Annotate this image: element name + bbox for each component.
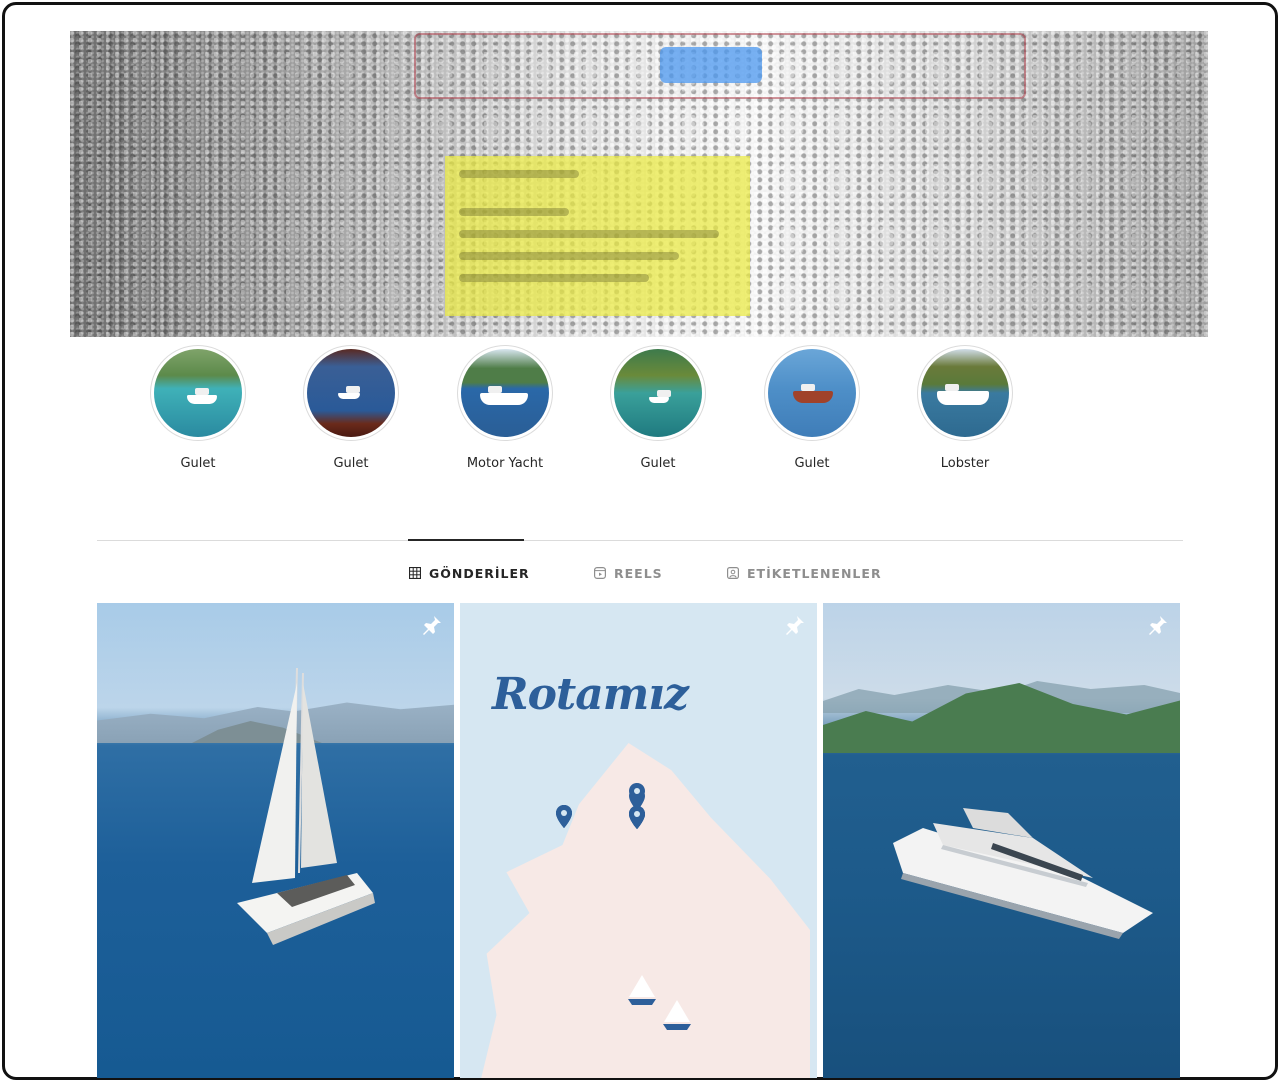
tab-tagged[interactable]: ETİKETLENENLER bbox=[727, 562, 882, 584]
profile-bio-obscured bbox=[445, 156, 750, 316]
map-pin-icon bbox=[629, 783, 645, 806]
pin-icon bbox=[783, 613, 807, 637]
post-tile-route-map[interactable]: Rotamız bbox=[460, 603, 817, 1078]
highlight-item[interactable]: Gulet bbox=[608, 345, 708, 471]
motor-yacht-image bbox=[893, 808, 1153, 939]
follow-button[interactable] bbox=[660, 47, 762, 83]
map-pin-icon bbox=[629, 806, 645, 829]
highlight-label: Gulet bbox=[794, 456, 830, 471]
highlight-cover bbox=[921, 349, 1009, 437]
active-tab-indicator bbox=[408, 539, 524, 541]
story-highlights: Gulet Gulet Motor Yacht Gulet Gulet Lobs… bbox=[0, 345, 1280, 485]
tab-posts[interactable]: GÖNDERİLER bbox=[409, 562, 530, 584]
pin-icon bbox=[1146, 613, 1170, 637]
highlight-label: Gulet bbox=[333, 456, 369, 471]
tabs-divider bbox=[97, 540, 1183, 541]
tab-reels-label: REELS bbox=[614, 565, 663, 581]
profile-action-bar bbox=[414, 33, 1026, 99]
highlight-label: Gulet bbox=[180, 456, 216, 471]
highlight-item[interactable]: Gulet bbox=[762, 345, 862, 471]
highlight-cover bbox=[768, 349, 856, 437]
map-title: Rotamız bbox=[492, 669, 689, 720]
tagged-icon bbox=[727, 567, 739, 579]
profile-header-obscured bbox=[70, 31, 1208, 337]
highlight-cover bbox=[461, 349, 549, 437]
tab-posts-label: GÖNDERİLER bbox=[429, 565, 530, 581]
post-tile-catamaran[interactable] bbox=[97, 603, 454, 1078]
highlight-cover bbox=[307, 349, 395, 437]
highlight-item[interactable]: Motor Yacht bbox=[455, 345, 555, 471]
highlight-cover bbox=[154, 349, 242, 437]
highlight-item[interactable]: Lobster bbox=[915, 345, 1015, 471]
highlight-label: Gulet bbox=[640, 456, 676, 471]
highlight-label: Lobster bbox=[940, 456, 990, 471]
map-pin-icon bbox=[556, 805, 572, 828]
sailboat-icon bbox=[628, 975, 656, 1005]
catamaran-image bbox=[237, 667, 375, 945]
highlight-item[interactable]: Gulet bbox=[148, 345, 248, 471]
highlight-cover bbox=[614, 349, 702, 437]
highlight-item[interactable]: Gulet bbox=[301, 345, 401, 471]
tab-tagged-label: ETİKETLENENLER bbox=[747, 565, 882, 581]
tab-reels[interactable]: REELS bbox=[594, 562, 663, 584]
highlight-label: Motor Yacht bbox=[466, 456, 544, 471]
post-tile-motor-yacht[interactable] bbox=[823, 603, 1180, 1078]
reels-icon bbox=[594, 567, 606, 579]
sailboat-icon bbox=[663, 1000, 691, 1030]
grid-icon bbox=[409, 567, 421, 579]
pin-icon bbox=[420, 613, 444, 637]
